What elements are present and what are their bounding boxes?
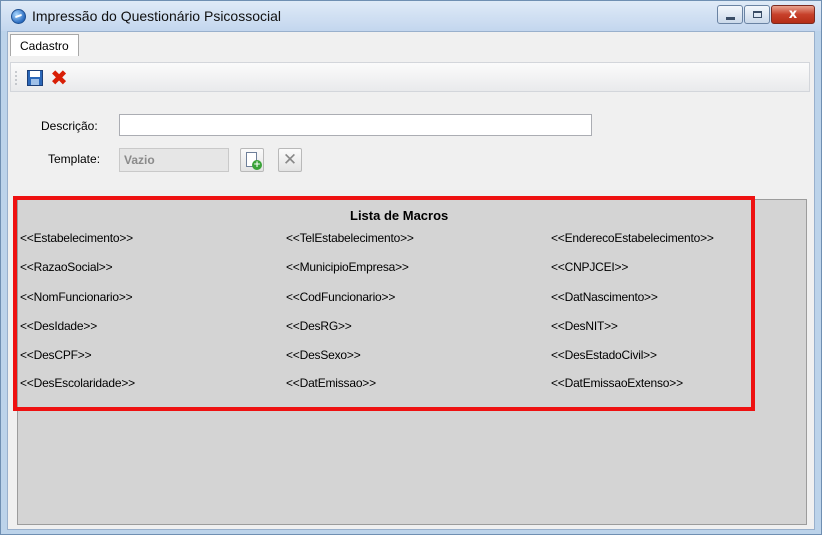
macro-item[interactable]: <<DatEmissao>> bbox=[286, 376, 376, 390]
toolbar-grip[interactable] bbox=[15, 70, 17, 85]
new-template-button[interactable]: + bbox=[240, 148, 264, 172]
window-title: Impressão do Questionário Psicossocial bbox=[32, 8, 282, 24]
client-area: Cadastro ✖ Descrição: Template: Vazio + … bbox=[7, 31, 815, 530]
toolbar: ✖ bbox=[10, 62, 810, 92]
macro-item[interactable]: <<NomFuncionario>> bbox=[20, 290, 133, 304]
cancel-icon: ✖ bbox=[50, 66, 68, 90]
title-bar[interactable]: Impressão do Questionário Psicossocial x bbox=[1, 1, 821, 31]
close-icon: x bbox=[788, 7, 798, 22]
macro-item[interactable]: <<DesSexo>> bbox=[286, 348, 361, 362]
tab-strip: Cadastro bbox=[8, 32, 814, 56]
save-icon-shutter bbox=[31, 79, 39, 85]
save-button[interactable] bbox=[24, 67, 46, 89]
macro-item[interactable]: <<DesNIT>> bbox=[551, 319, 618, 333]
close-button[interactable]: x bbox=[771, 5, 815, 24]
macro-item[interactable]: <<CNPJCEI>> bbox=[551, 260, 628, 274]
app-icon bbox=[11, 9, 26, 24]
descricao-label: Descrição: bbox=[41, 119, 98, 133]
clear-template-button[interactable]: ✕ bbox=[278, 148, 302, 172]
minimize-icon bbox=[726, 17, 735, 20]
tab-cadastro[interactable]: Cadastro bbox=[10, 34, 79, 56]
macro-item[interactable]: <<DatEmissaoExtenso>> bbox=[551, 376, 683, 390]
maximize-button[interactable] bbox=[744, 5, 770, 24]
macro-item[interactable]: <<DatNascimento>> bbox=[551, 290, 658, 304]
template-field: Vazio bbox=[119, 148, 229, 172]
macro-item[interactable]: <<TelEstabelecimento>> bbox=[286, 231, 414, 245]
macro-item[interactable]: <<DesIdade>> bbox=[20, 319, 97, 333]
minimize-button[interactable] bbox=[717, 5, 743, 24]
save-icon-label-area bbox=[30, 71, 40, 77]
macro-item[interactable]: <<CodFuncionario>> bbox=[286, 290, 395, 304]
add-icon: + bbox=[252, 160, 262, 170]
window-controls: x bbox=[716, 5, 815, 25]
macro-item[interactable]: <<DesCPF>> bbox=[20, 348, 92, 362]
macro-item[interactable]: <<DesRG>> bbox=[286, 319, 352, 333]
clear-icon: ✕ bbox=[282, 150, 298, 170]
macro-item[interactable]: <<MunicipioEmpresa>> bbox=[286, 260, 409, 274]
macro-item[interactable]: <<DesEscolaridade>> bbox=[20, 376, 135, 390]
app-window: Impressão do Questionário Psicossocial x… bbox=[0, 0, 822, 535]
descricao-input[interactable] bbox=[119, 114, 592, 136]
cancel-button[interactable]: ✖ bbox=[48, 67, 70, 89]
maximize-icon bbox=[753, 11, 762, 18]
macro-item[interactable]: <<EnderecoEstabelecimento>> bbox=[551, 231, 714, 245]
macro-item[interactable]: <<Estabelecimento>> bbox=[20, 231, 133, 245]
macro-item[interactable]: <<DesEstadoCivil>> bbox=[551, 348, 657, 362]
macro-item[interactable]: <<RazaoSocial>> bbox=[20, 260, 113, 274]
macro-list-title: Lista de Macros bbox=[350, 208, 449, 223]
template-label: Template: bbox=[48, 152, 101, 166]
